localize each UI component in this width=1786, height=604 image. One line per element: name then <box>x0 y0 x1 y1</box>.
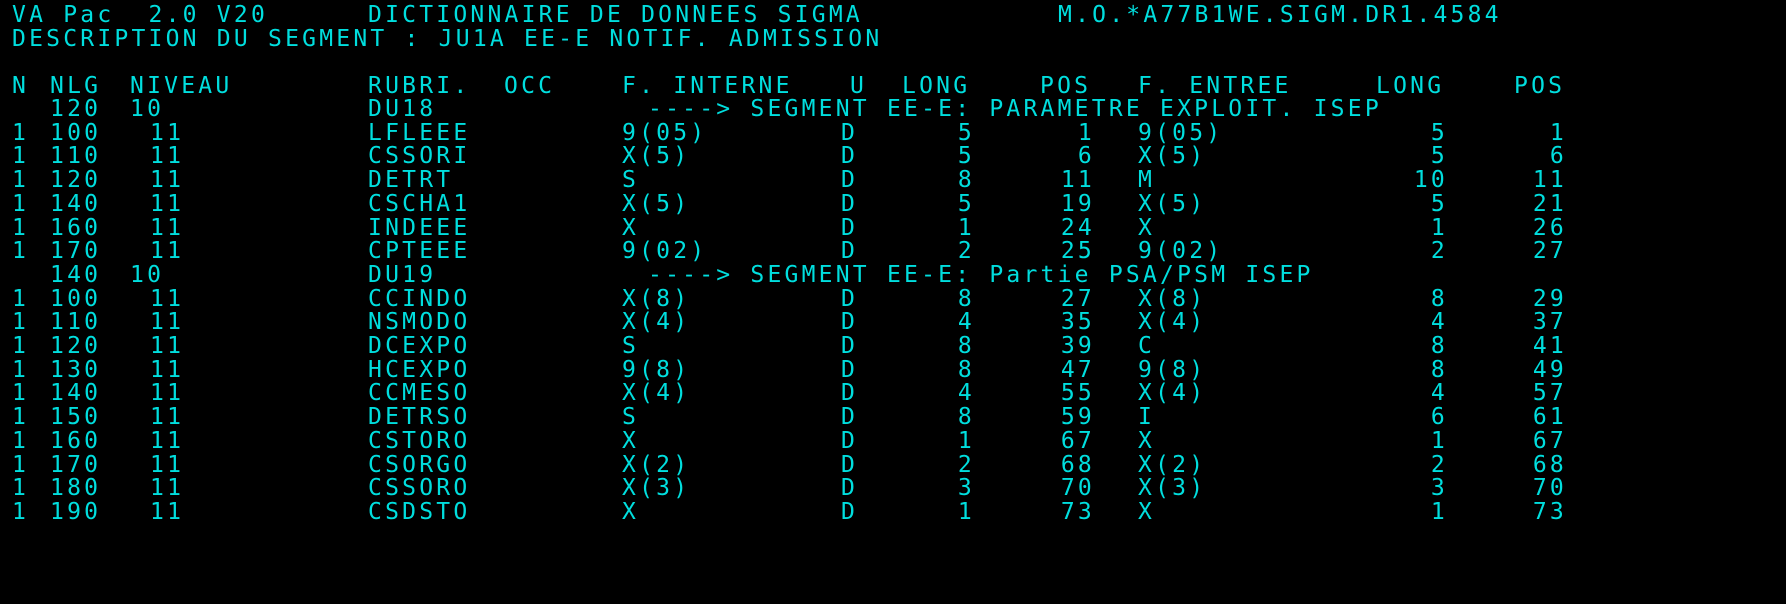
row-format-entree: X <box>1138 498 1156 525</box>
dictionary-title: DICTIONNAIRE DE DONNEES SIGMA <box>368 2 863 28</box>
terminal-screen: VA Pac 2.0 V20 DICTIONNAIRE DE DONNEES S… <box>0 0 1786 604</box>
row-rubrique: CSDSTO <box>368 498 471 525</box>
row-nlg: 190 <box>50 498 102 525</box>
row-long: 1 <box>957 498 975 525</box>
row-pos-entree: 73 <box>1532 498 1567 525</box>
header-line-1: VA Pac 2.0 V20 DICTIONNAIRE DE DONNEES S… <box>0 2 1786 29</box>
row-niveau: 11 <box>150 498 185 525</box>
row-n: 1 <box>12 498 30 525</box>
segment-description: DESCRIPTION DU SEGMENT : JU1A EE-E NOTIF… <box>12 26 883 52</box>
row-usage: D <box>841 498 859 525</box>
table-row: 1 190 11 CSDSTO X D 1 73 X 1 73 <box>0 499 1786 526</box>
row-long-entree: 1 <box>1430 498 1448 525</box>
row-pos: 73 <box>1060 498 1095 525</box>
product-version: VA Pac 2.0 V20 <box>12 2 269 28</box>
header-line-2: DESCRIPTION DU SEGMENT : JU1A EE-E NOTIF… <box>0 26 1786 53</box>
library-path: M.O.*A77B1WE.SIGM.DR1.4584 <box>1058 2 1502 28</box>
row-format-interne: X <box>622 498 640 525</box>
